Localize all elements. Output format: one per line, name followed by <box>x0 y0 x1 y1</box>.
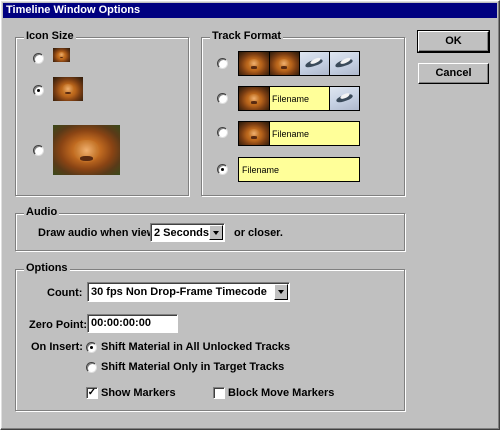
options-label: Options <box>24 262 70 274</box>
show-markers-checkbox[interactable]: ✓ <box>86 387 98 399</box>
track-format-head-tail-radio[interactable] <box>217 93 228 104</box>
ok-button[interactable]: OK <box>417 30 490 53</box>
window-title: Timeline Window Options <box>6 4 141 16</box>
strip-bird-frame <box>329 52 359 75</box>
zero-point-input[interactable]: 00:00:00:00 <box>87 314 178 333</box>
strip-bird-frame <box>330 87 359 110</box>
track-format-frames-strip <box>238 51 360 76</box>
block-move-markers-label: Block Move Markers <box>228 387 335 399</box>
count-label: Count: <box>47 287 83 299</box>
strip-filename-text: Filename <box>272 94 310 104</box>
strip-bird-frame <box>299 52 329 75</box>
strip-lion-frame <box>239 52 269 75</box>
strip-lion-frame <box>269 52 299 75</box>
audio-label: Audio <box>24 206 60 218</box>
cancel-button[interactable]: Cancel <box>418 63 489 84</box>
lion-thumbnail-large <box>53 125 120 175</box>
lion-thumbnail-small <box>53 48 70 62</box>
audio-suffix-label: or closer. <box>234 227 283 239</box>
track-format-label: Track Format <box>210 30 284 42</box>
track-format-head-tail-strip: Filename <box>238 86 360 111</box>
track-format-name-only-radio[interactable] <box>217 164 228 175</box>
frame-separator <box>299 52 300 75</box>
insert-all-radio[interactable] <box>86 342 97 353</box>
strip-lion-frame <box>239 122 269 145</box>
frame-separator <box>269 52 270 75</box>
block-move-markers-checkbox[interactable] <box>213 387 225 399</box>
frame-separator <box>329 52 330 75</box>
frame-separator <box>269 122 270 145</box>
dialog-window: Timeline Window Options OK Cancel Icon S… <box>0 0 500 430</box>
insert-all-label: Shift Material in All Unlocked Tracks <box>101 341 291 353</box>
track-format-head-only-radio[interactable] <box>217 127 228 138</box>
chevron-down-icon[interactable] <box>274 284 288 300</box>
count-value: 30 fps Non Drop-Frame Timecode <box>91 286 267 298</box>
icon-size-label: Icon Size <box>24 30 76 42</box>
show-markers-label: Show Markers <box>101 387 176 399</box>
lion-thumbnail-medium <box>53 77 83 101</box>
icon-size-medium-radio[interactable] <box>33 85 44 96</box>
insert-target-label: Shift Material Only in Target Tracks <box>101 361 285 373</box>
audio-view-value: 2 Seconds <box>154 227 210 239</box>
zero-point-label: Zero Point: <box>29 319 88 331</box>
count-select[interactable]: 30 fps Non Drop-Frame Timecode <box>87 282 290 302</box>
strip-filename-text: Filename <box>242 165 280 175</box>
track-format-name-only-strip: Filename <box>238 157 360 182</box>
chevron-down-icon[interactable] <box>209 225 223 240</box>
track-format-head-only-strip: Filename <box>238 121 360 146</box>
strip-lion-frame <box>239 87 269 110</box>
track-format-frames-radio[interactable] <box>217 58 228 69</box>
strip-filename-text: Filename <box>272 129 310 139</box>
frame-separator <box>269 87 270 110</box>
title-bar[interactable]: Timeline Window Options <box>3 3 497 18</box>
insert-target-radio[interactable] <box>86 362 97 373</box>
icon-size-small-radio[interactable] <box>33 53 44 64</box>
icon-size-large-radio[interactable] <box>33 145 44 156</box>
audio-prefix-label: Draw audio when view <box>38 227 156 239</box>
audio-view-select[interactable]: 2 Seconds <box>150 223 225 242</box>
on-insert-label: On Insert: <box>31 341 83 353</box>
